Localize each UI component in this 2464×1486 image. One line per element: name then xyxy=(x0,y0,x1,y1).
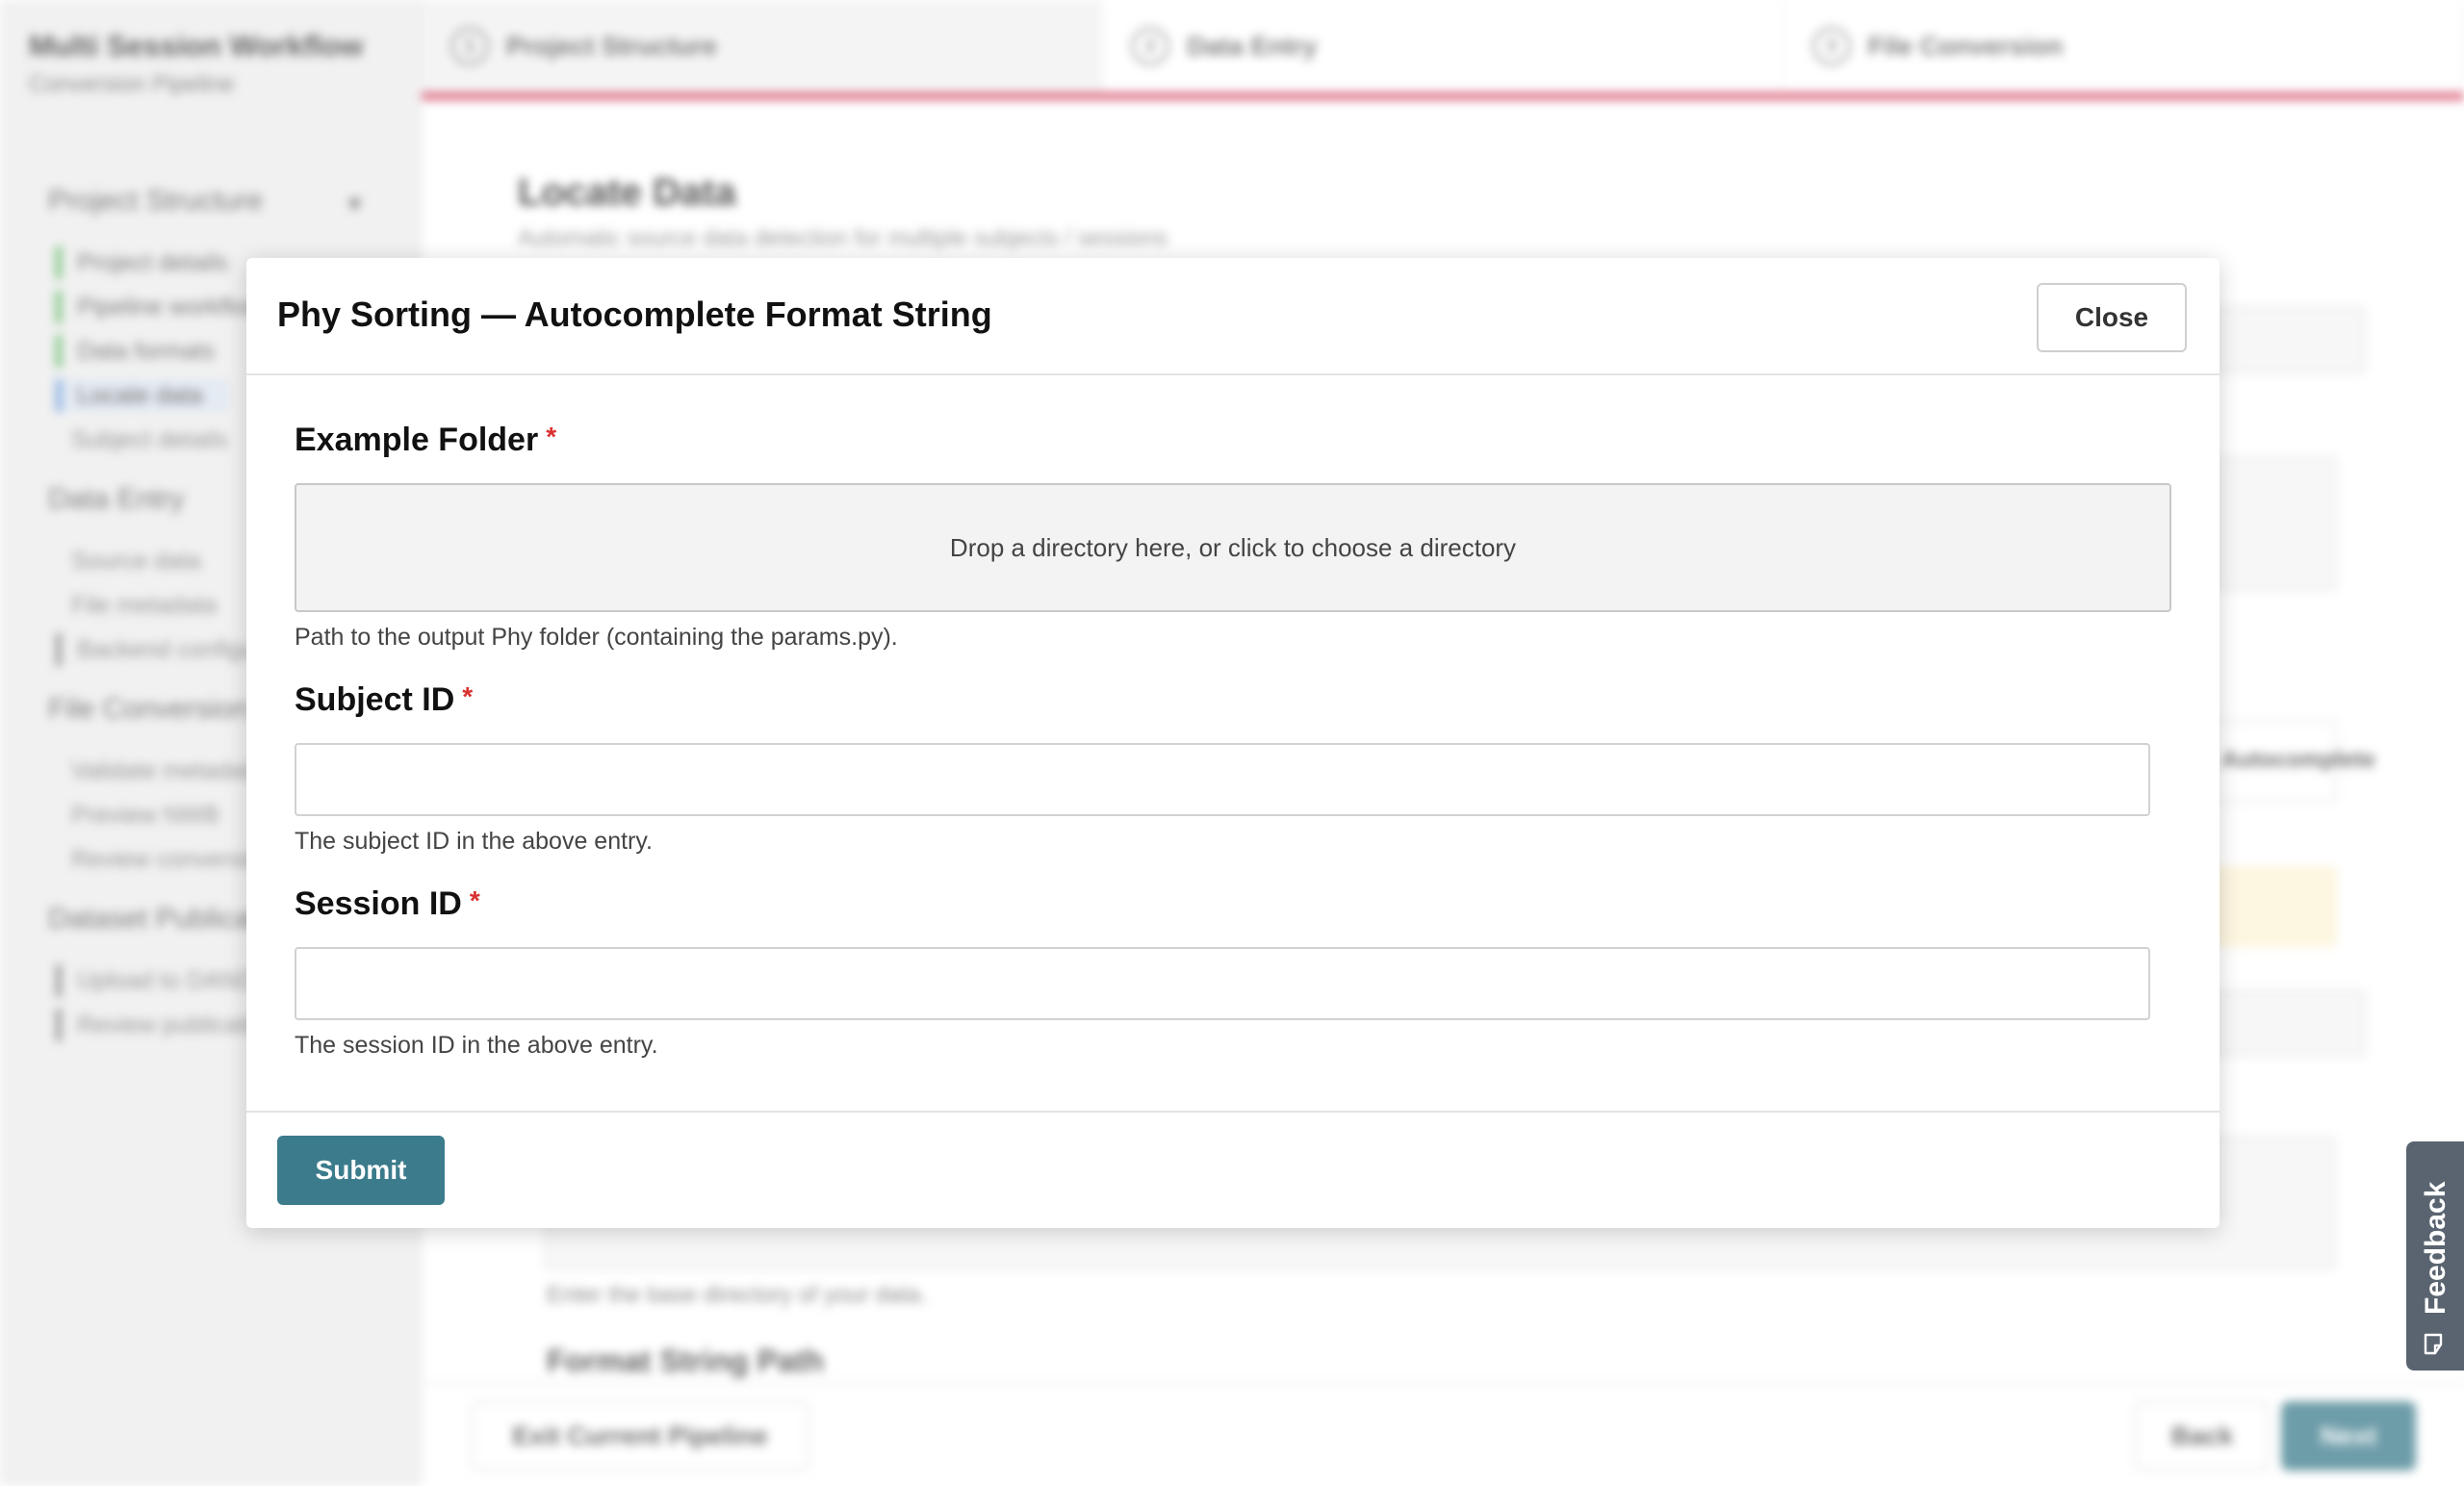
submit-button[interactable]: Submit xyxy=(277,1136,445,1205)
feedback-tab[interactable]: Feedback xyxy=(2406,1141,2464,1371)
session-id-label: Session ID * xyxy=(295,885,480,923)
feedback-icon xyxy=(2424,1333,2443,1355)
subject-id-help: The subject ID in the above entry. xyxy=(295,828,653,855)
required-marker: * xyxy=(469,885,480,915)
subject-id-input[interactable] xyxy=(295,743,2150,816)
required-marker: * xyxy=(462,681,474,711)
subject-id-label-text: Subject ID xyxy=(295,681,455,718)
session-id-label-text: Session ID xyxy=(295,885,462,922)
required-marker: * xyxy=(546,422,557,451)
close-button[interactable]: Close xyxy=(2037,283,2187,352)
subject-id-label: Subject ID * xyxy=(295,681,473,719)
session-id-help: The session ID in the above entry. xyxy=(295,1032,658,1059)
modal-footer: Submit xyxy=(246,1111,2220,1228)
session-id-input[interactable] xyxy=(295,947,2150,1020)
dropzone-text: Drop a directory here, or click to choos… xyxy=(949,532,1517,562)
modal-header: Phy Sorting — Autocomplete Format String… xyxy=(246,258,2220,375)
example-folder-label-text: Example Folder xyxy=(295,422,539,458)
example-folder-help: Path to the output Phy folder (containin… xyxy=(295,624,898,651)
feedback-label: Feedback xyxy=(2420,1181,2451,1315)
autocomplete-modal: Phy Sorting — Autocomplete Format String… xyxy=(246,258,2220,1228)
example-folder-dropzone[interactable]: Drop a directory here, or click to choos… xyxy=(295,483,2171,612)
example-folder-label: Example Folder * xyxy=(295,422,556,459)
modal-title: Phy Sorting — Autocomplete Format String xyxy=(277,295,992,334)
